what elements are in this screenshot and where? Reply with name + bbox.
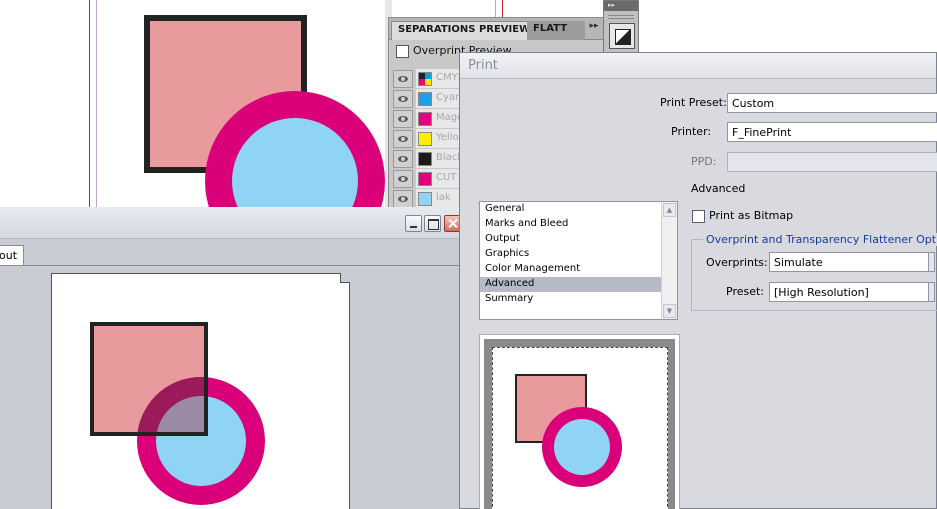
palette-titlebar[interactable]: ▸▸	[604, 1, 638, 11]
artwork-preview	[515, 374, 622, 487]
eye-icon[interactable]	[393, 130, 413, 148]
document-page	[51, 273, 350, 509]
document-titlebar[interactable]	[0, 207, 467, 239]
separation-row[interactable]: Yellow	[391, 129, 464, 149]
blue-circle	[554, 419, 610, 475]
panel-menu-icon[interactable]: ▸▸	[585, 21, 603, 38]
ink-swatch	[418, 172, 432, 186]
separation-row[interactable]: CUT	[391, 169, 464, 189]
separation-row[interactable]: CMYK	[391, 69, 464, 89]
chevron-down-icon[interactable]	[928, 283, 934, 301]
print-as-bitmap-checkbox[interactable]	[692, 210, 705, 223]
eye-icon[interactable]	[393, 190, 413, 208]
eye-icon[interactable]	[393, 110, 413, 128]
eye-icon[interactable]	[393, 90, 413, 108]
chevron-down-icon[interactable]	[928, 253, 934, 271]
tab-flattener[interactable]: FLATT	[527, 21, 585, 40]
separation-row[interactable]: Magenta	[391, 109, 464, 129]
category-scrollbar[interactable]: ▲ ▼	[661, 202, 677, 319]
separation-row[interactable]: Black	[391, 149, 464, 169]
dialog-title[interactable]: Print	[460, 53, 936, 79]
ppd-select[interactable]	[727, 152, 937, 172]
artboard-background	[0, 0, 503, 215]
tool-palette: ▸▸	[603, 0, 639, 56]
print-as-bitmap-label: Print as Bitmap	[709, 209, 794, 222]
category-list[interactable]: General Marks and Bleed Output Graphics Colo…	[479, 201, 678, 320]
document-window: out	[0, 207, 467, 509]
print-preset-select[interactable]: Custom	[727, 93, 937, 113]
separations-list: CMYKCyanMagentaYellowBlackCUTlak	[391, 69, 464, 209]
preset-label: Preset:	[726, 285, 765, 298]
printer-label: Printer:	[671, 125, 712, 138]
print-dialog: Print Print Preset: Custom Printer: F_Fi…	[459, 52, 937, 509]
overprints-label: Overprints:	[706, 256, 768, 269]
overprints-select[interactable]: Simulate	[769, 252, 935, 272]
group-title: Overprint and Transparency Flattener Opt…	[703, 233, 937, 246]
eye-icon[interactable]	[393, 150, 413, 168]
section-title: Advanced	[691, 182, 746, 195]
overprints-value: Simulate	[774, 256, 823, 269]
flattener-tool-icon[interactable]	[609, 23, 635, 49]
category-item[interactable]: Graphics	[480, 247, 677, 262]
ink-swatch	[418, 152, 432, 166]
separation-row[interactable]: Cyan	[391, 89, 464, 109]
panel-tab-bar: SEPARATIONS PREVIEW FLATT ▸▸	[389, 18, 631, 40]
tab-separations-preview[interactable]: SEPARATIONS PREVIEW	[391, 21, 538, 40]
artwork-top	[144, 15, 385, 215]
ink-swatch	[418, 92, 432, 106]
separation-row[interactable]: lak	[391, 189, 464, 209]
category-item[interactable]: Output	[480, 232, 677, 247]
category-item[interactable]: Color Management	[480, 262, 677, 277]
preview-page	[492, 347, 668, 509]
category-item[interactable]: General	[480, 202, 677, 217]
scroll-up-icon[interactable]: ▲	[663, 203, 676, 217]
document-tab[interactable]: out	[0, 245, 24, 265]
category-item[interactable]: Summary	[480, 292, 677, 307]
preset-value: [High Resolution]	[774, 286, 869, 299]
printer-select[interactable]: F_FinePrint	[727, 122, 937, 142]
eye-icon[interactable]	[393, 170, 413, 188]
category-item[interactable]: Advanced	[480, 277, 677, 292]
ink-swatch	[418, 192, 432, 206]
eye-icon[interactable]	[393, 70, 413, 88]
ink-swatch	[418, 112, 432, 126]
preset-select[interactable]: [High Resolution]	[769, 282, 935, 302]
category-item[interactable]: Marks and Bleed	[480, 217, 677, 232]
ink-swatch	[418, 72, 432, 86]
print-preview	[479, 334, 680, 509]
scroll-down-icon[interactable]: ▼	[663, 304, 676, 318]
print-preset-label: Print Preset:	[660, 96, 727, 109]
artwork-page	[90, 322, 265, 505]
overprint-checkbox[interactable]	[396, 45, 409, 58]
minimize-icon[interactable]	[405, 215, 422, 232]
palette-grip[interactable]	[608, 13, 634, 19]
ppd-label: PPD:	[691, 155, 717, 168]
ink-swatch	[418, 132, 432, 146]
maximize-icon[interactable]	[424, 215, 441, 232]
